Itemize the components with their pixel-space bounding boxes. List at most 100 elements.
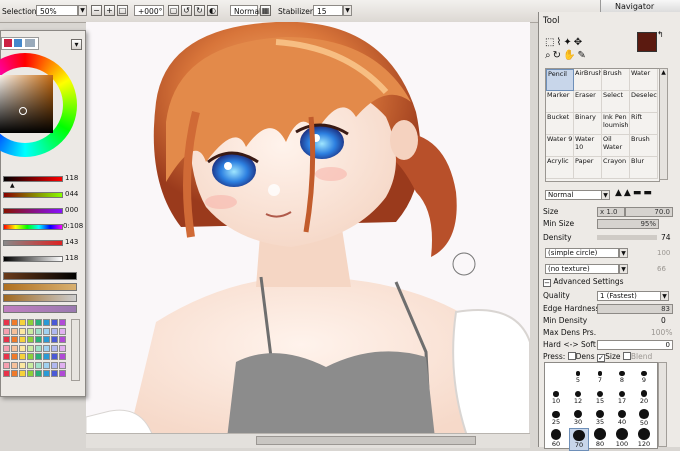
- zoom-out-button[interactable]: −: [91, 5, 102, 16]
- stabilizer-field[interactable]: 15: [313, 5, 343, 16]
- move-icon[interactable]: ✥: [574, 37, 584, 48]
- brush-size-80[interactable]: 80: [591, 428, 609, 449]
- press-dens-checkbox[interactable]: [567, 352, 576, 360]
- color-swatch[interactable]: [51, 327, 58, 335]
- texture-dropdown[interactable]: ▼: [619, 264, 628, 274]
- color-swatch[interactable]: [19, 370, 26, 377]
- color-swatch[interactable]: [27, 353, 34, 360]
- color-swatch[interactable]: [19, 336, 26, 343]
- tool-3-3[interactable]: Brush: [630, 135, 658, 157]
- color-swatch[interactable]: [19, 327, 26, 335]
- rect-select-icon[interactable]: ⬚: [545, 37, 556, 48]
- color-swatch[interactable]: [43, 344, 50, 352]
- tool-1-0[interactable]: Marker: [546, 91, 574, 113]
- color-swatch[interactable]: [59, 361, 66, 369]
- color-swatch[interactable]: [27, 370, 34, 377]
- hard-soft-value[interactable]: 0: [597, 340, 673, 350]
- color-swatch[interactable]: [3, 370, 10, 377]
- color-swatch[interactable]: [43, 361, 50, 369]
- brush-size-120[interactable]: 120: [635, 428, 653, 449]
- swatch-mode-icon[interactable]: [25, 39, 35, 47]
- color-swatch[interactable]: [51, 336, 58, 343]
- color-swatch[interactable]: [59, 336, 66, 343]
- color-swatch[interactable]: [11, 361, 18, 369]
- color-mode-tabs[interactable]: [1, 37, 39, 50]
- shape-dropdown[interactable]: ▼: [619, 248, 628, 258]
- brush-size-35[interactable]: 35: [591, 407, 609, 428]
- min-size-value[interactable]: 95%: [597, 219, 659, 229]
- color-swatch[interactable]: [3, 327, 10, 335]
- zoom-icon[interactable]: ⌕: [545, 50, 553, 61]
- zoom-field[interactable]: 50%: [36, 5, 78, 16]
- color-panel-menu-button[interactable]: ▾: [71, 39, 82, 50]
- color-swatch[interactable]: [51, 353, 58, 360]
- brush-size-17[interactable]: 17: [613, 386, 631, 407]
- color-swatch[interactable]: [43, 370, 50, 377]
- color-swatch[interactable]: [43, 353, 50, 360]
- tool-0-2[interactable]: Brush: [602, 69, 630, 91]
- color-swatch[interactable]: [3, 344, 10, 352]
- zoom-reset-button[interactable]: □: [117, 5, 128, 16]
- brush-size-10[interactable]: 10: [547, 386, 565, 407]
- brush-size-70[interactable]: 70: [569, 428, 589, 451]
- color-swatch[interactable]: [59, 353, 66, 360]
- brush-size-15[interactable]: 15: [591, 386, 609, 407]
- color-swatch[interactable]: [59, 370, 66, 377]
- color-swatch[interactable]: [27, 319, 34, 326]
- blue-slider[interactable]: [3, 208, 63, 214]
- color-swatch[interactable]: [11, 319, 18, 326]
- brush-blend-dropdown[interactable]: ▼: [601, 190, 610, 200]
- density-slider[interactable]: [597, 235, 657, 240]
- saturation-slider[interactable]: [3, 240, 63, 246]
- flip-icon[interactable]: ◐: [207, 5, 218, 16]
- brush-size-30[interactable]: 30: [569, 407, 587, 428]
- tool-3-2[interactable]: Oil Water: [602, 135, 630, 157]
- color-swatch[interactable]: [19, 361, 26, 369]
- brush-size-50[interactable]: 50: [635, 407, 653, 428]
- color-swatch[interactable]: [11, 353, 18, 360]
- tool-3-0[interactable]: Water 9: [546, 135, 574, 157]
- color-swatch[interactable]: [51, 361, 58, 369]
- color-swatch[interactable]: [35, 370, 42, 377]
- tool-2-0[interactable]: Bucket: [546, 113, 574, 135]
- eyedropper-icon[interactable]: ✎: [577, 50, 587, 61]
- rotate-right-icon[interactable]: ↻: [194, 5, 205, 16]
- color-swatch[interactable]: [27, 327, 34, 335]
- color-swatch[interactable]: [59, 327, 66, 335]
- color-swatch[interactable]: [43, 319, 50, 326]
- zoom-dropdown[interactable]: ▼: [78, 5, 87, 16]
- color-swatch[interactable]: [3, 319, 10, 326]
- tool-2-1[interactable]: Binary: [574, 113, 602, 135]
- color-swatch[interactable]: [59, 319, 66, 326]
- color-swatch[interactable]: [11, 370, 18, 377]
- tool-4-1[interactable]: Paper: [574, 157, 602, 179]
- tool-2-2[interactable]: Ink Pen loumish: [602, 113, 630, 135]
- tool-grid-scrollbar[interactable]: ▲: [659, 68, 668, 180]
- color-swatch[interactable]: [51, 370, 58, 377]
- tool-4-0[interactable]: Acrylic: [546, 157, 574, 179]
- mix-bar-2[interactable]: [3, 283, 77, 291]
- color-swatch[interactable]: [43, 336, 50, 343]
- drawing-canvas[interactable]: [86, 22, 530, 447]
- quality-dropdown[interactable]: ▼: [660, 291, 669, 301]
- angle-field[interactable]: +000°: [134, 5, 164, 16]
- tool-4-2[interactable]: Crayon: [602, 157, 630, 179]
- hand-icon[interactable]: ✋: [563, 50, 577, 61]
- color-swatch[interactable]: [35, 327, 42, 335]
- color-swatch[interactable]: [27, 361, 34, 369]
- brush-size-100[interactable]: 100: [613, 428, 631, 449]
- color-swatch[interactable]: [19, 344, 26, 352]
- color-swatch[interactable]: [3, 336, 10, 343]
- edge-hardness-value[interactable]: 83: [597, 304, 673, 314]
- brush-size-7[interactable]: 7: [591, 365, 609, 386]
- brush-blend-mode[interactable]: Normal: [545, 190, 605, 200]
- blend-toggle-button[interactable]: ▦: [260, 5, 271, 16]
- brush-size-5[interactable]: 5: [569, 365, 587, 386]
- color-swatch[interactable]: [19, 353, 26, 360]
- zoom-in-button[interactable]: +: [104, 5, 115, 16]
- color-swatch[interactable]: [27, 336, 34, 343]
- canvas-horizontal-scrollbar[interactable]: [86, 433, 530, 448]
- color-swatch[interactable]: [35, 361, 42, 369]
- tool-0-0[interactable]: Pencil: [546, 69, 574, 91]
- brush-size-20[interactable]: 20: [635, 386, 653, 407]
